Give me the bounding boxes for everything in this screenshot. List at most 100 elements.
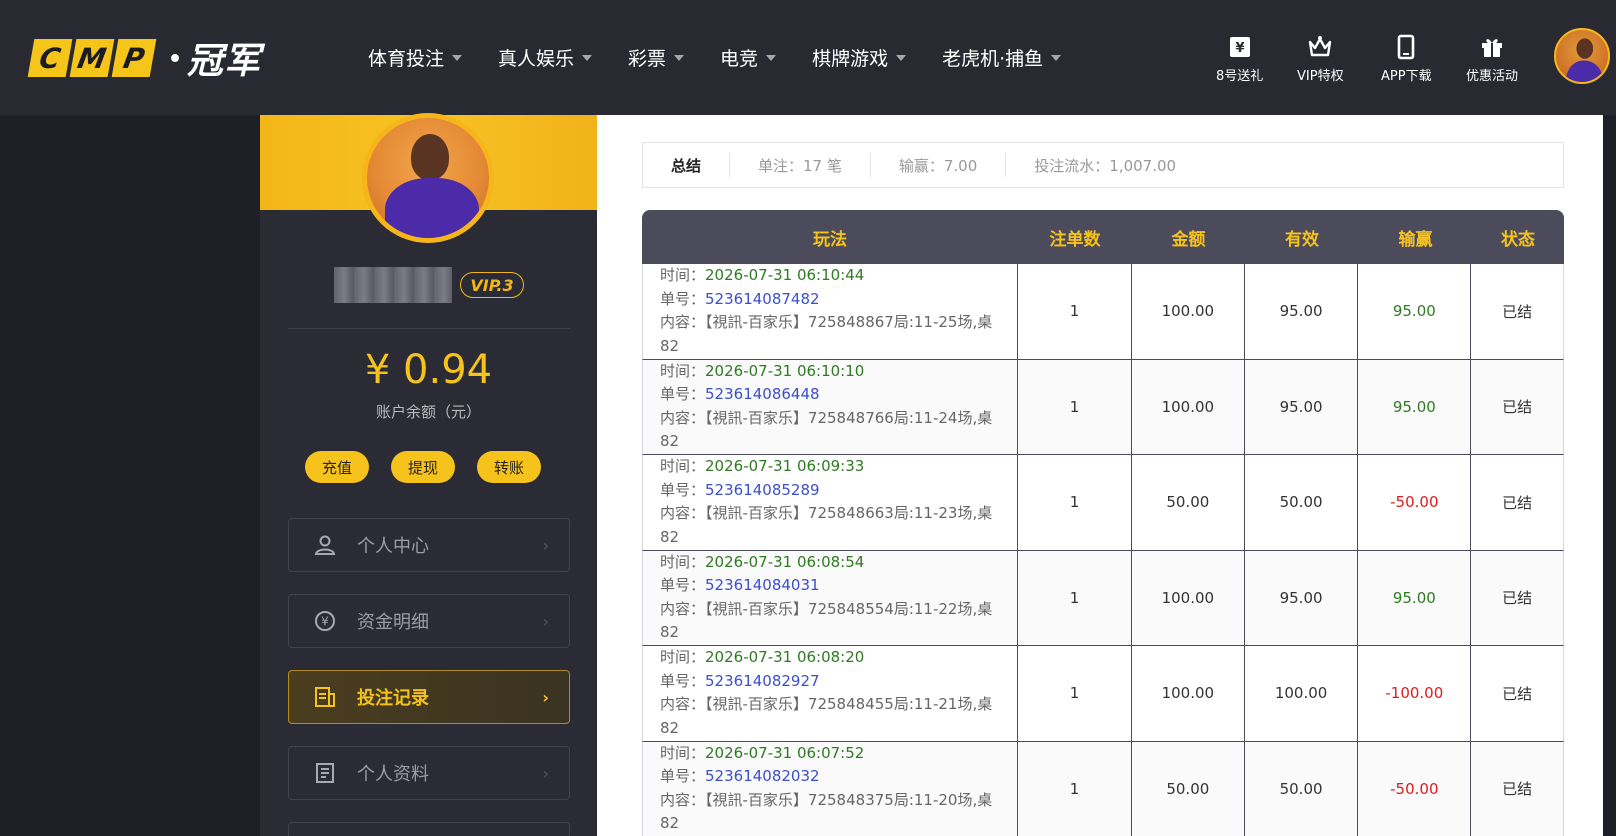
- quick-link-label: VIP特权: [1297, 69, 1344, 84]
- svg-text:¥: ¥: [1235, 41, 1244, 56]
- bet-content-line: 内容：【視訊-百家乐】725848766局:11-24场,桌: [660, 407, 992, 431]
- table-body: 时间：2026-07-31 06:10:44 单号：523614087482 内…: [642, 264, 1564, 836]
- quick-link-vip[interactable]: VIP特权: [1297, 34, 1344, 84]
- bet-detail: 时间：2026-07-31 06:08:54 单号：523614084031 内…: [643, 550, 1019, 645]
- bet-count: 1: [1018, 359, 1132, 454]
- bet-order-line: 单号：523614086448: [660, 383, 820, 407]
- column-header-status: 状态: [1501, 229, 1535, 250]
- chevron-down-icon: [674, 54, 685, 61]
- content-label: 内容：: [660, 504, 706, 523]
- bet-order-line: 单号：523614084031: [660, 574, 820, 598]
- logo-text: 冠军: [187, 41, 262, 82]
- nav-item-esports[interactable]: 电竞: [720, 44, 777, 71]
- bet-order-line: 单号：523614085289: [660, 479, 820, 503]
- bet-detail: 时间：2026-07-31 06:10:10 单号：523614086448 内…: [643, 359, 1019, 454]
- table-row[interactable]: 时间：2026-07-31 06:08:54 单号：523614084031 内…: [642, 550, 1564, 646]
- bet-order-number[interactable]: 523614085289: [705, 481, 820, 499]
- quick-link-promotions[interactable]: 优惠活动: [1466, 34, 1518, 84]
- table-row[interactable]: 时间：2026-07-31 06:10:10 单号：523614086448 内…: [642, 359, 1564, 455]
- avatar-body: [385, 178, 479, 238]
- quick-link-gift-ticket[interactable]: ¥ 8号送礼: [1216, 34, 1263, 84]
- withdraw-button[interactable]: 提现: [391, 451, 455, 483]
- bet-valid: 95.00: [1245, 550, 1359, 645]
- bet-content-cont: 82: [660, 623, 680, 642]
- sidebar-item-personal-center[interactable]: 个人中心 ›: [288, 518, 570, 572]
- bet-detail: 时间：2026-07-31 06:09:33 单号：523614085289 内…: [643, 455, 1019, 550]
- bet-content-line: 内容：【視訊-百家乐】725848663局:11-23场,桌: [660, 502, 992, 526]
- bet-content-line: 内容：【視訊-百家乐】725848554局:11-22场,桌: [660, 598, 992, 622]
- bet-valid: 50.00: [1245, 455, 1359, 550]
- bet-status: 已结: [1502, 589, 1533, 608]
- summary-winloss: 输赢：7.00: [871, 153, 1007, 177]
- bet-order-number[interactable]: 523614087482: [705, 290, 820, 308]
- phone-icon: [1397, 34, 1415, 60]
- chevron-right-icon: ›: [542, 535, 549, 555]
- bet-content: 【視訊-百家乐】725848867局:11-25场,桌: [705, 313, 993, 332]
- quick-link-label: APP下载: [1381, 69, 1432, 84]
- content-label: 内容：: [660, 695, 706, 714]
- nav-item-slots-fishing[interactable]: 老虎机·捕鱼: [942, 44, 1062, 71]
- time-label: 时间：: [660, 743, 706, 762]
- order-label: 单号：: [660, 480, 706, 499]
- quick-link-app-download[interactable]: APP下载: [1381, 34, 1432, 84]
- vip-badge: VIP.3: [460, 272, 524, 298]
- nav-label: 彩票: [628, 48, 667, 70]
- bet-status: 已结: [1502, 780, 1533, 799]
- profile-doc-icon: [316, 763, 334, 783]
- order-label: 单号：: [660, 671, 706, 690]
- table-row[interactable]: 时间：2026-07-31 06:08:20 单号：523614082927 内…: [642, 646, 1564, 742]
- bet-order-number[interactable]: 523614082927: [705, 672, 820, 690]
- content-label: 内容：: [660, 599, 706, 618]
- content-label: 内容：: [660, 790, 706, 809]
- logo-dot: [171, 54, 179, 62]
- table-row[interactable]: 时间：2026-07-31 06:07:52 单号：523614082032 内…: [642, 741, 1564, 836]
- nav-label: 真人娱乐: [498, 48, 575, 70]
- bet-order-number[interactable]: 523614084031: [705, 576, 820, 594]
- bet-count: 1: [1018, 455, 1132, 550]
- bet-content: 【視訊-百家乐】725848375局:11-20场,桌: [705, 790, 993, 809]
- deposit-button[interactable]: 充值: [305, 451, 369, 483]
- bet-time-line: 时间：2026-07-31 06:08:54: [660, 551, 864, 575]
- column-header-valid: 有效: [1285, 229, 1319, 250]
- order-label: 单号：: [660, 385, 706, 404]
- bet-order-line: 单号：523614082927: [660, 670, 820, 694]
- bet-time: 2026-07-31 06:10:10: [705, 361, 865, 380]
- user-avatar[interactable]: [1554, 28, 1610, 84]
- bet-order-number[interactable]: 523614086448: [705, 385, 820, 403]
- bet-order-number[interactable]: 523614082032: [705, 767, 820, 785]
- bet-amount: 100.00: [1132, 264, 1245, 359]
- table-row[interactable]: 时间：2026-07-31 06:10:44 单号：523614087482 内…: [642, 264, 1564, 360]
- profile-avatar[interactable]: [362, 113, 494, 243]
- transfer-button[interactable]: 转账: [477, 451, 541, 483]
- bet-order-line: 单号：523614082032: [660, 765, 820, 789]
- nav-item-live-casino[interactable]: 真人娱乐: [498, 44, 593, 71]
- bet-time: 2026-07-31 06:07:52: [705, 743, 865, 762]
- divider: [288, 328, 570, 329]
- bet-valid: 95.00: [1245, 359, 1359, 454]
- svg-text:¥: ¥: [321, 615, 329, 629]
- sidebar-item-bet-records[interactable]: 投注记录 ›: [288, 670, 570, 724]
- gift-ticket-icon: ¥: [1229, 37, 1250, 57]
- bet-status: 已结: [1502, 302, 1533, 321]
- bet-time: 2026-07-31 06:10:44: [705, 266, 865, 285]
- nav-item-sports[interactable]: 体育投注: [368, 44, 463, 71]
- sidebar-item-fund-details[interactable]: ¥ 资金明细 ›: [288, 594, 570, 648]
- bet-content: 【視訊-百家乐】725848455局:11-21场,桌: [705, 695, 993, 714]
- sidebar-item-profile[interactable]: 个人资料 ›: [288, 746, 570, 800]
- table-row[interactable]: 时间：2026-07-31 06:09:33 单号：523614085289 内…: [642, 455, 1564, 551]
- nav-item-card-games[interactable]: 棋牌游戏: [812, 44, 907, 71]
- bet-time: 2026-07-31 06:08:54: [705, 552, 865, 571]
- sidebar-item-more[interactable]: [288, 822, 570, 836]
- gift-box-icon: [1482, 39, 1502, 57]
- bet-content-cont: 82: [660, 336, 680, 355]
- brand-logo[interactable]: C M P 冠军: [27, 38, 261, 82]
- user-icon: [314, 535, 336, 555]
- logo-letter: C: [27, 39, 73, 77]
- bet-count: 1: [1018, 741, 1132, 836]
- nav-item-lottery[interactable]: 彩票: [628, 44, 685, 71]
- bet-time: 2026-07-31 06:09:33: [705, 457, 865, 476]
- bet-winloss: 95.00: [1358, 264, 1472, 359]
- time-label: 时间：: [660, 266, 706, 285]
- order-label: 单号：: [660, 289, 706, 308]
- time-label: 时间：: [660, 648, 706, 667]
